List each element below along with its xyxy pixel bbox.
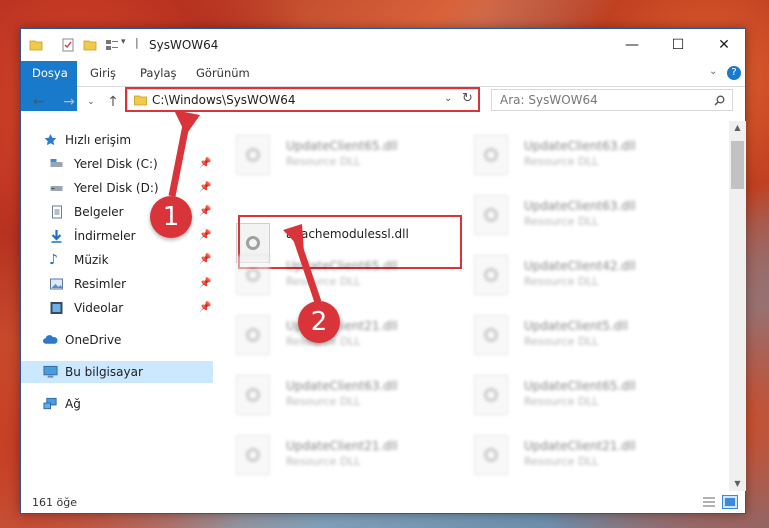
- callout-badge-2: 2: [298, 301, 340, 343]
- callout-badge-1: 1: [150, 196, 192, 238]
- annotation-arrows: [168, 110, 322, 304]
